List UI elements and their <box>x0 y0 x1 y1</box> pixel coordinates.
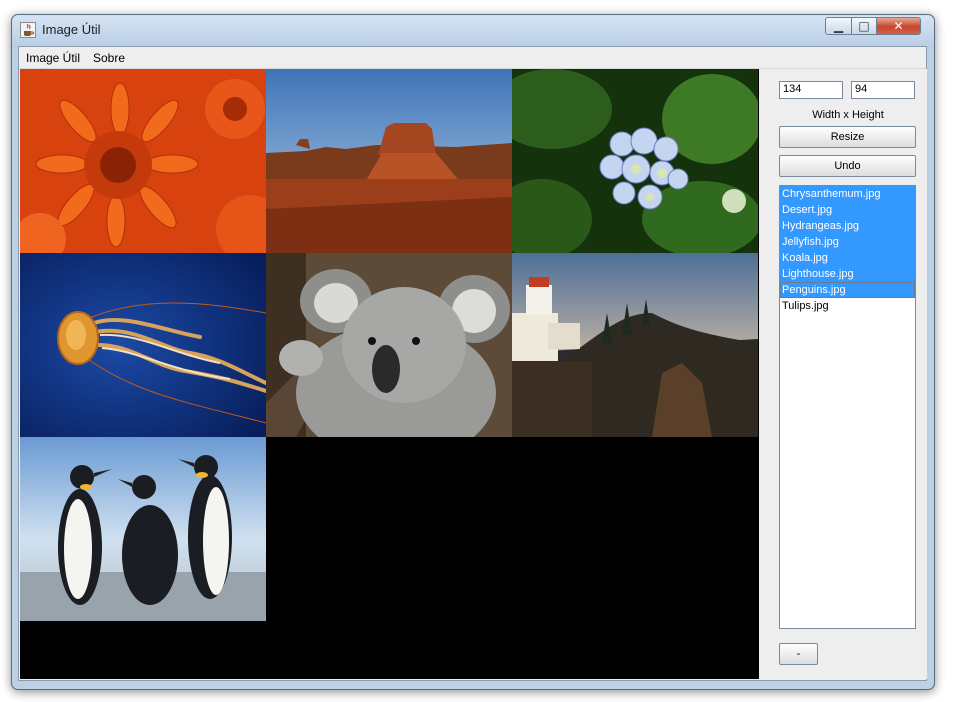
list-item[interactable]: Tulips.jpg <box>780 298 915 314</box>
resize-button[interactable]: Resize <box>779 126 916 148</box>
chrysanthemum-photo <box>20 69 266 253</box>
java-cup-icon <box>20 22 36 38</box>
thumbnail-koala[interactable] <box>266 253 512 437</box>
desert-photo <box>266 69 512 253</box>
menu-image-util[interactable]: Image Útil <box>26 51 80 65</box>
thumbnail-jellyfish[interactable] <box>20 253 266 437</box>
minimize-button[interactable]: ▁ <box>825 17 852 35</box>
list-item[interactable]: Hydrangeas.jpg <box>780 218 915 234</box>
width-input[interactable]: 134 <box>779 81 843 99</box>
list-item[interactable]: Chrysanthemum.jpg <box>780 186 915 202</box>
koala-photo <box>266 253 512 437</box>
jellyfish-photo <box>20 253 266 437</box>
list-item[interactable]: Desert.jpg <box>780 202 915 218</box>
menu-sobre[interactable]: Sobre <box>93 51 125 65</box>
menu-bar: Image Útil Sobre <box>19 47 926 69</box>
lighthouse-photo <box>512 253 758 437</box>
app-window: Image Útil ▁ □ ✕ Image Útil Sobre 134 94… <box>11 14 935 690</box>
thumbnail-desert[interactable] <box>266 69 512 253</box>
image-grid-panel <box>20 69 759 679</box>
close-button[interactable]: ✕ <box>876 17 921 35</box>
window-title: Image Útil <box>42 22 101 37</box>
control-panel: 134 94 Width x Height Resize Undo Chrysa… <box>759 69 927 679</box>
size-label: Width x Height <box>812 109 884 121</box>
hydrangeas-photo <box>512 69 758 253</box>
thumbnail-penguins[interactable] <box>20 437 266 621</box>
undo-button[interactable]: Undo <box>779 155 916 177</box>
file-list[interactable]: Chrysanthemum.jpg Desert.jpg Hydrangeas.… <box>779 185 916 629</box>
penguins-photo <box>20 437 266 621</box>
thumbnail-lighthouse[interactable] <box>512 253 758 437</box>
thumbnail-chrysanthemum[interactable] <box>20 69 266 253</box>
list-item[interactable]: Jellyfish.jpg <box>780 234 915 250</box>
list-item[interactable]: Penguins.jpg <box>780 282 915 298</box>
height-input[interactable]: 94 <box>851 81 915 99</box>
client-area: Image Útil Sobre 134 94 Width x Height R… <box>18 46 927 681</box>
list-item[interactable]: Koala.jpg <box>780 250 915 266</box>
maximize-button[interactable]: □ <box>851 17 877 35</box>
remove-button[interactable]: - <box>779 643 818 665</box>
title-bar[interactable]: Image Útil ▁ □ ✕ <box>12 15 934 47</box>
list-item[interactable]: Lighthouse.jpg <box>780 266 915 282</box>
thumbnail-hydrangeas[interactable] <box>512 69 758 253</box>
